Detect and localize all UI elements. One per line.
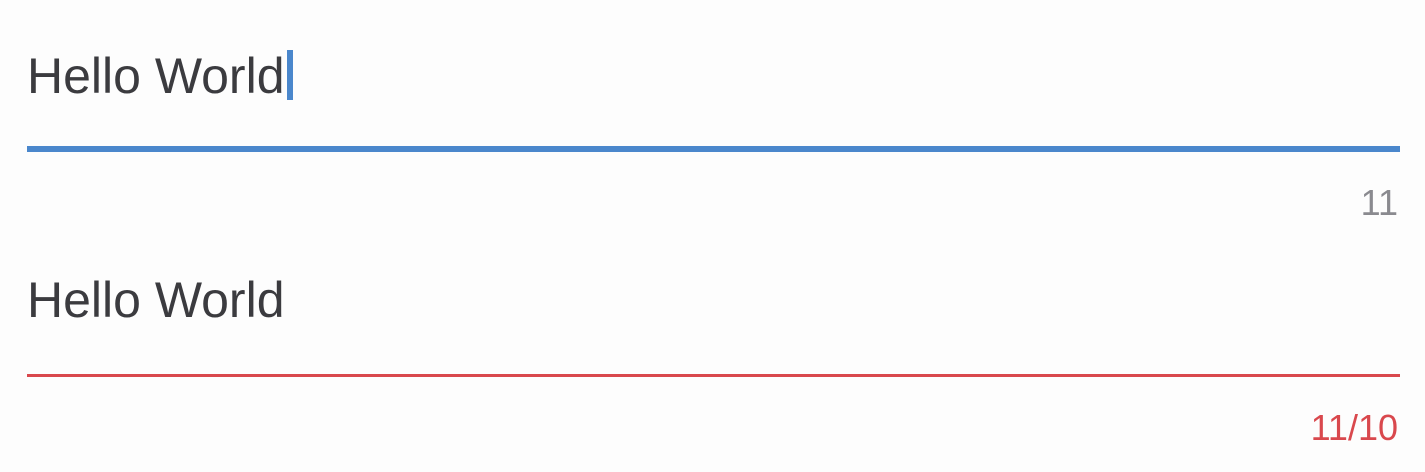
character-counter: 11 (1360, 182, 1398, 223)
text-field-underline (27, 374, 1400, 377)
text-field-value: Hello World (27, 48, 285, 104)
text-cursor (286, 50, 293, 100)
text-field-input[interactable]: Hello World (27, 275, 285, 325)
text-field-underline (27, 146, 1400, 152)
text-field-error[interactable]: Hello World 11/10 (27, 236, 1400, 472)
character-counter-error: 11/10 (1310, 407, 1398, 448)
text-field-input[interactable]: Hello World (27, 50, 293, 101)
text-field-focused[interactable]: Hello World 11 (27, 0, 1400, 236)
text-field-value: Hello World (27, 272, 285, 328)
